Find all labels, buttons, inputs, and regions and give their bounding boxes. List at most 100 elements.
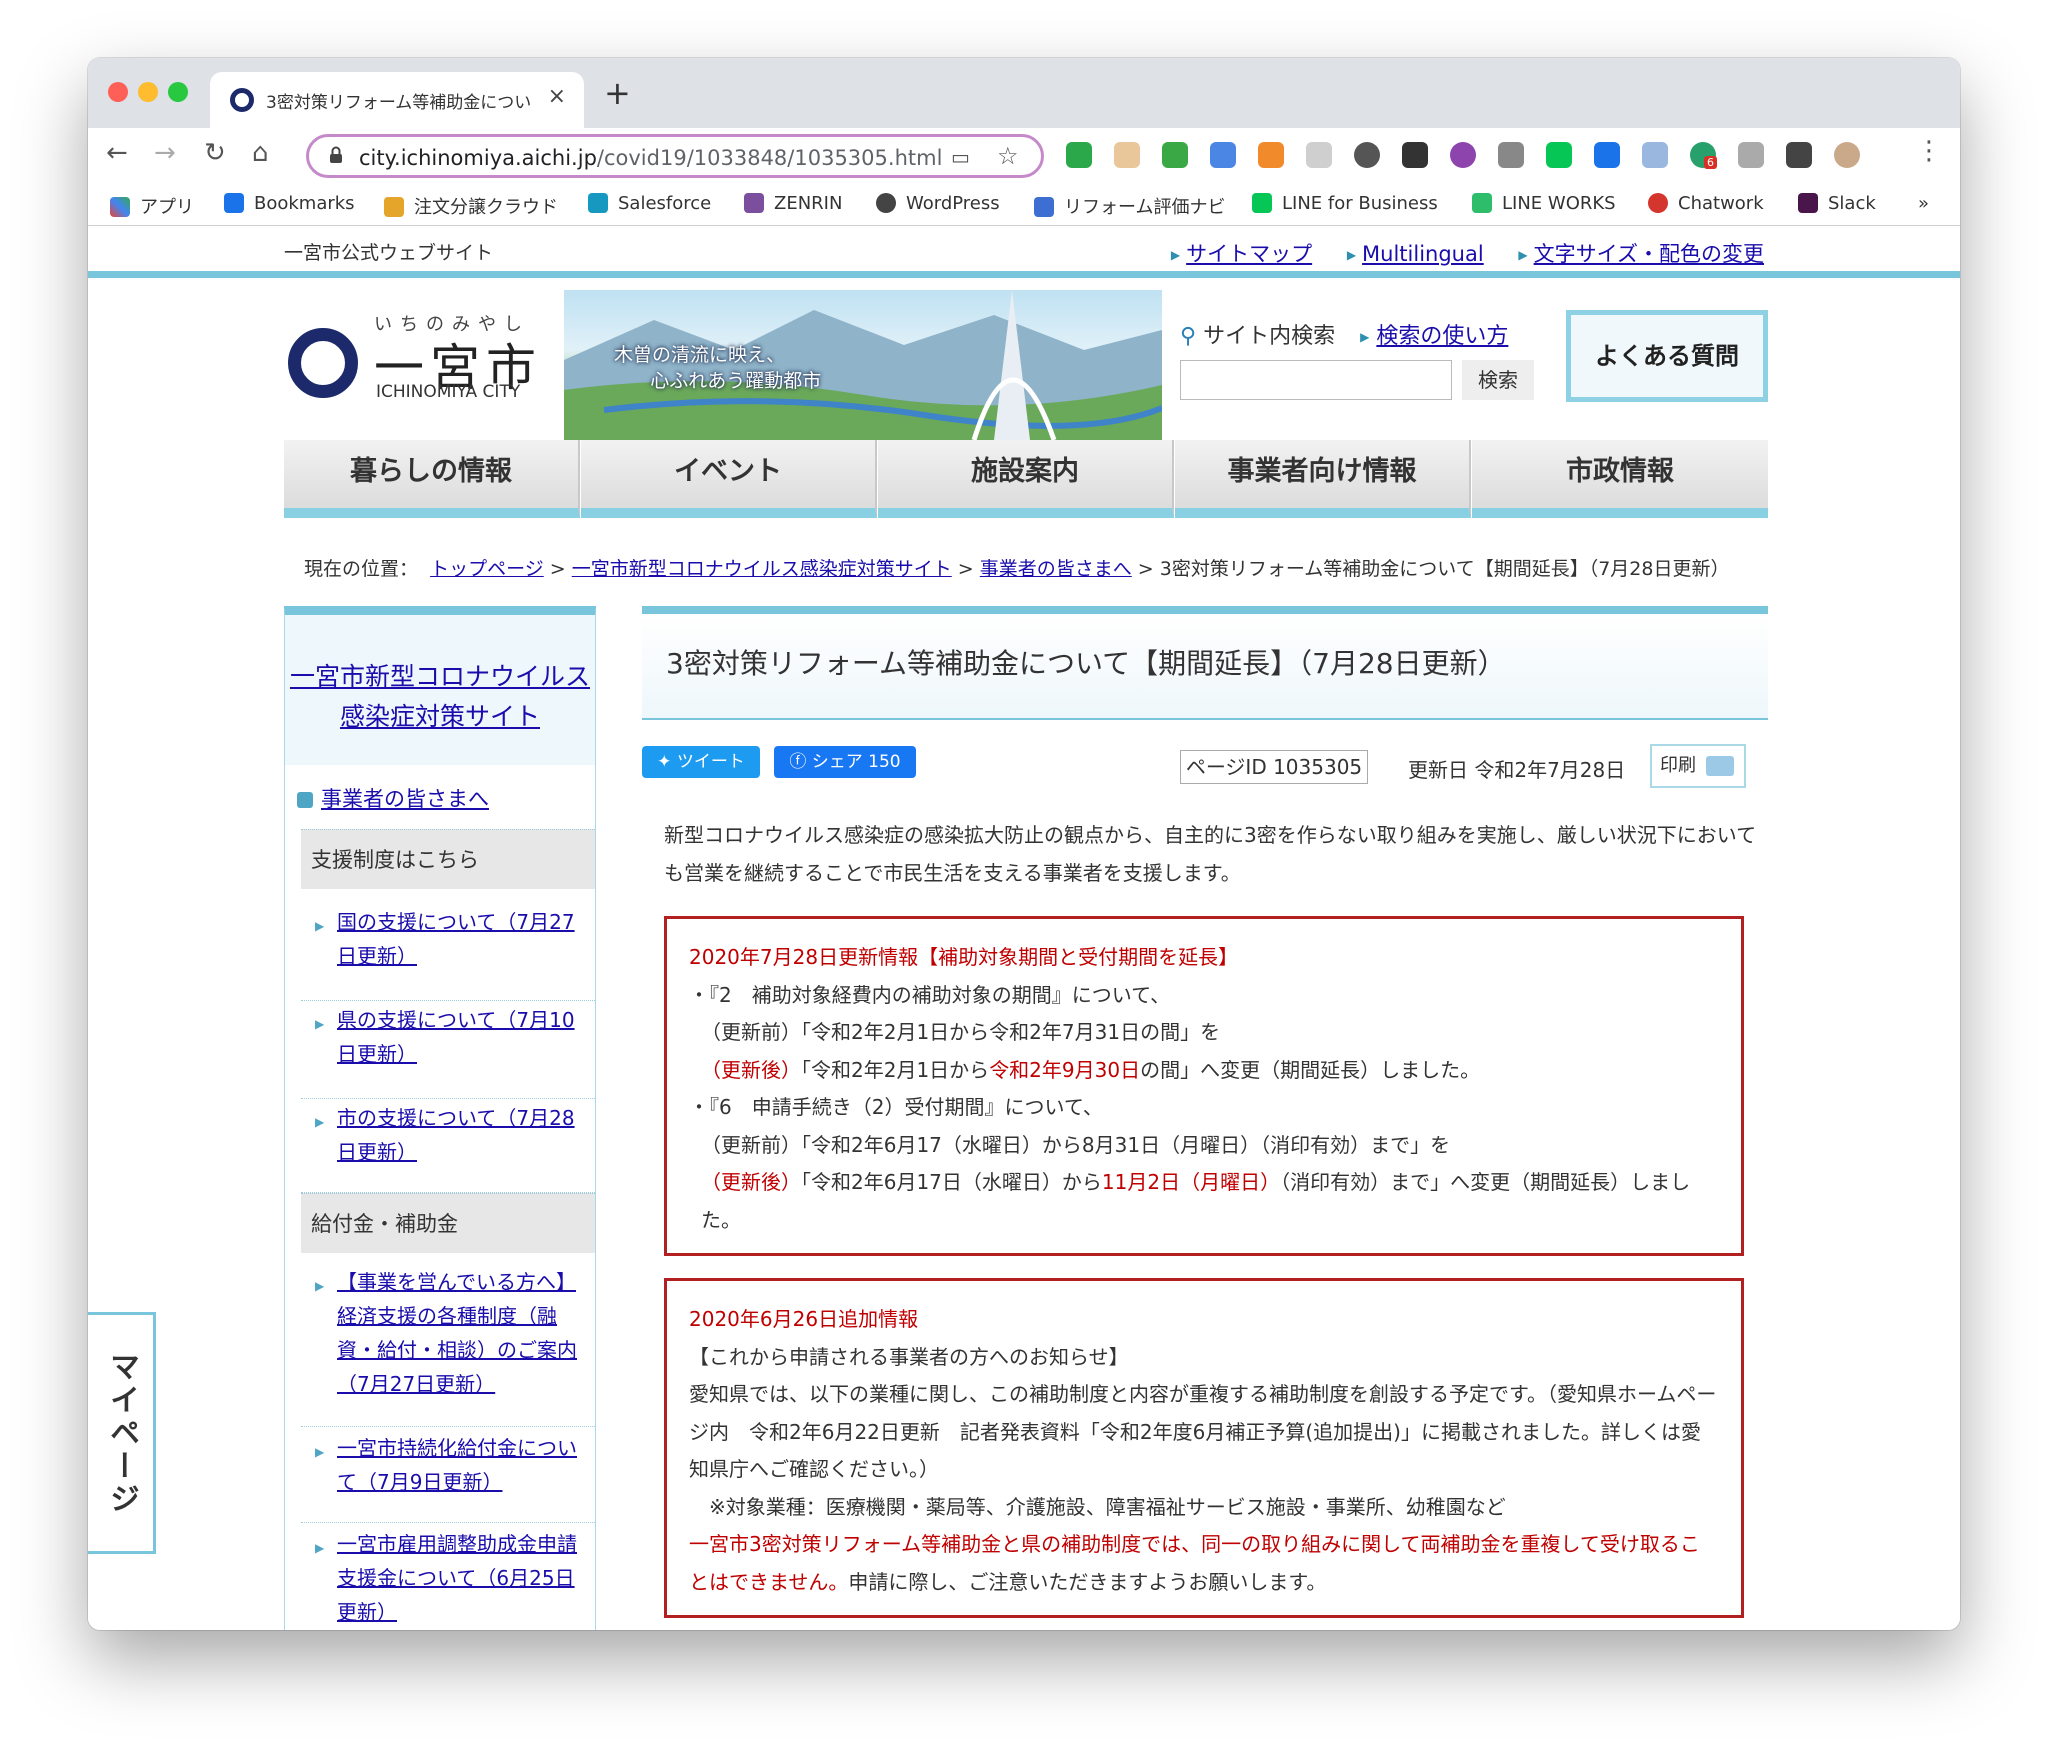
- maximize-window-button[interactable]: [168, 82, 188, 102]
- bookmark-item[interactable]: Slack: [1798, 193, 1876, 214]
- bookmark-bookmarks[interactable]: Bookmarks: [224, 193, 355, 214]
- sidebar-title[interactable]: 一宮市新型コロナウイルス 感染症対策サイト: [285, 615, 595, 765]
- sidebar-item-prefecture-support[interactable]: ▶ 県の支援について（7月10日更新）: [301, 1003, 595, 1099]
- forward-button[interactable]: →: [154, 138, 176, 168]
- page-id: ページID 1035305: [1180, 750, 1368, 784]
- tweet-button[interactable]: ✦ ツイート: [642, 746, 760, 778]
- reload-button[interactable]: ↻: [204, 138, 226, 168]
- line-works-icon: [1472, 193, 1492, 213]
- sidebar-item-employment-subsidy[interactable]: ▶ 一宮市雇用調整助成金申請支援金について（6月25日更新）: [301, 1527, 595, 1630]
- new-tab-button[interactable]: +: [604, 74, 631, 112]
- url-host: city.ichinomiya.aichi.jp: [359, 146, 597, 170]
- faq-button[interactable]: よくある質問: [1566, 310, 1768, 402]
- nav-facilities[interactable]: 施設案内: [878, 440, 1174, 518]
- close-icon[interactable]: ×: [548, 84, 566, 109]
- sidebar-item-national-support[interactable]: ▶ 国の支援について（7月27日更新）: [301, 905, 595, 1001]
- extension-icon[interactable]: [1402, 142, 1428, 168]
- extension-badge: 6: [1704, 156, 1717, 169]
- evernote-extension-icon[interactable]: [1066, 142, 1092, 168]
- close-window-button[interactable]: [108, 82, 128, 102]
- bookmark-item[interactable]: LINE for Business: [1252, 193, 1438, 214]
- sidebar-section-link[interactable]: 事業者の皆さまへ: [297, 783, 489, 813]
- line-icon: [1252, 193, 1272, 213]
- site-search-label: ⚲ サイト内検索 ▶ 検索の使い方: [1180, 324, 1509, 349]
- bookmark-star-icon[interactable]: ☆: [997, 142, 1019, 170]
- facebook-share-button[interactable]: ⓕ シェア 150: [774, 746, 916, 778]
- facebook-icon: ⓕ: [789, 752, 807, 772]
- nav-living-info[interactable]: 暮らしの情報: [284, 440, 580, 518]
- intro-text: 新型コロナウイルス感染症の感染拡大防止の観点から、自主的に3密を作らない取り組み…: [664, 823, 1757, 885]
- address-bar[interactable]: city.ichinomiya.aichi.jp/covid19/1033848…: [306, 134, 1044, 178]
- menu-kebab-icon[interactable]: ⋮: [1916, 136, 1942, 166]
- search-button[interactable]: 検索: [1462, 360, 1534, 400]
- home-button[interactable]: ⌂: [252, 138, 269, 168]
- browser-tab[interactable]: 3密対策リフォーム等補助金につい ×: [210, 72, 584, 128]
- global-nav: 暮らしの情報 イベント 施設案内 事業者向け情報 市政情報: [284, 440, 1768, 518]
- twitter-icon: ✦: [657, 752, 672, 772]
- sitemap-link[interactable]: サイトマップ: [1186, 242, 1312, 266]
- sidebar-item-sustainability-benefit[interactable]: ▶ 一宮市持続化給付金について（7月9日更新）: [301, 1431, 595, 1523]
- puzzle-extensions-icon[interactable]: [1786, 142, 1812, 168]
- extension-icon[interactable]: [1210, 142, 1236, 168]
- search-icon: ⚲: [1180, 324, 1197, 349]
- bookmark-item[interactable]: WordPress: [876, 193, 1000, 214]
- bookmark-apps[interactable]: アプリ: [110, 193, 194, 219]
- font-size-color-link[interactable]: 文字サイズ・配色の変更: [1534, 242, 1764, 266]
- line-extension-icon[interactable]: [1546, 142, 1572, 168]
- browser-window: 3密対策リフォーム等補助金につい × + ← → ↻ ⌂ city.ichino…: [88, 58, 1960, 1630]
- sidebar-item-city-support[interactable]: ▶ 市の支援について（7月28日更新）: [301, 1101, 595, 1193]
- chart-extension-icon[interactable]: [1258, 142, 1284, 168]
- nav-business-info[interactable]: 事業者向け情報: [1175, 440, 1471, 518]
- nav-events[interactable]: イベント: [581, 440, 877, 518]
- sidebar-item-economic-support[interactable]: ▶ 【事業を営んでいる方へ】経済支援の各種制度（融資・給付・相談）のご案内（7月2…: [301, 1265, 595, 1427]
- minimize-window-button[interactable]: [138, 82, 158, 102]
- notice-heading: 2020年7月28日更新情報【補助対象期間と受付期間を延長】: [689, 945, 1239, 969]
- notice-body: 愛知県では、以下の業種に関し、この補助制度と内容が重複する補助制度を創設する予定…: [689, 1382, 1717, 1481]
- back-button[interactable]: ←: [106, 138, 128, 168]
- extension-icon[interactable]: [1354, 142, 1380, 168]
- breadcrumb-link-covid[interactable]: 一宮市新型コロナウイルス感染症対策サイト: [572, 558, 952, 580]
- search-help-link[interactable]: 検索の使い方: [1376, 324, 1508, 349]
- multilingual-link[interactable]: Multilingual: [1362, 242, 1484, 266]
- print-button[interactable]: 印刷: [1650, 744, 1746, 788]
- city-logo[interactable]: いちのみやし 一宮市 ICHINOMIYA CITY: [284, 310, 566, 406]
- notice-after: （更新後）「令和2年2月1日から令和2年9月30日の間」へ変更（期間延長）しまし…: [701, 1057, 1481, 1082]
- bookmark-item[interactable]: Chatwork: [1648, 193, 1764, 214]
- bookmark-item[interactable]: 注文分譲クラウド: [384, 193, 558, 219]
- notice-after: （更新後）「令和2年6月17日（水曜日）から11月2日（月曜日）（消印有効）まで…: [701, 1170, 1691, 1232]
- notice-industries: ※対象業種：医療機関・薬局等、介護施設、障害福祉サービス施設・事業所、幼稚園など: [709, 1494, 1506, 1519]
- bookmark-item[interactable]: LINE WORKS: [1472, 193, 1616, 214]
- bookmark-overflow-button[interactable]: »: [1918, 193, 1929, 214]
- breadcrumb-link-business[interactable]: 事業者の皆さまへ: [980, 558, 1132, 580]
- extension-icon[interactable]: [1450, 142, 1476, 168]
- bookmark-item[interactable]: ZENRIN: [744, 193, 842, 214]
- extension-icon[interactable]: 6: [1690, 142, 1717, 169]
- printer-icon: [1706, 756, 1734, 776]
- city-emblem-icon: [288, 328, 358, 398]
- site-search-input[interactable]: [1180, 360, 1452, 400]
- apps-grid-icon: [110, 197, 130, 217]
- breadcrumb-link-top[interactable]: トップページ: [430, 558, 544, 580]
- nav-city-government[interactable]: 市政情報: [1472, 440, 1768, 518]
- link-extension-icon[interactable]: [1642, 142, 1668, 168]
- bookmark-favicon-icon: [384, 197, 404, 217]
- extension-icon[interactable]: [1306, 142, 1332, 168]
- avatar[interactable]: [1834, 142, 1860, 168]
- notice-warning: 一宮市3密対策リフォーム等補助金と県の補助制度では、同一の取り組みに関して両補助…: [689, 1532, 1700, 1594]
- bookmark-item[interactable]: リフォーム評価ナビ: [1034, 193, 1225, 219]
- drive-extension-icon[interactable]: [1498, 142, 1524, 168]
- page-title: 3密対策リフォーム等補助金について【期間延長】（7月28日更新）: [642, 606, 1768, 720]
- updated-date: 更新日 令和2年7月28日: [1408, 758, 1626, 782]
- extension-icon[interactable]: [1114, 142, 1140, 168]
- mypage-tab[interactable]: マイページ: [88, 1312, 156, 1554]
- notice-item: ・『6 申請手続き（2）受付期間』について、: [689, 1095, 1103, 1119]
- tag-extension-icon[interactable]: [1738, 142, 1764, 168]
- extension-icon[interactable]: [1594, 142, 1620, 168]
- sidebar: 一宮市新型コロナウイルス 感染症対策サイト 事業者の皆さまへ 支援制度はこちら …: [284, 606, 596, 1630]
- check-extension-icon[interactable]: [1162, 142, 1188, 168]
- salesforce-icon: [588, 193, 608, 213]
- cast-icon[interactable]: ▭: [951, 145, 970, 169]
- tab-strip: 3密対策リフォーム等補助金につい × +: [88, 58, 1960, 128]
- bookmark-item[interactable]: Salesforce: [588, 193, 711, 214]
- wordpress-icon: [876, 193, 896, 213]
